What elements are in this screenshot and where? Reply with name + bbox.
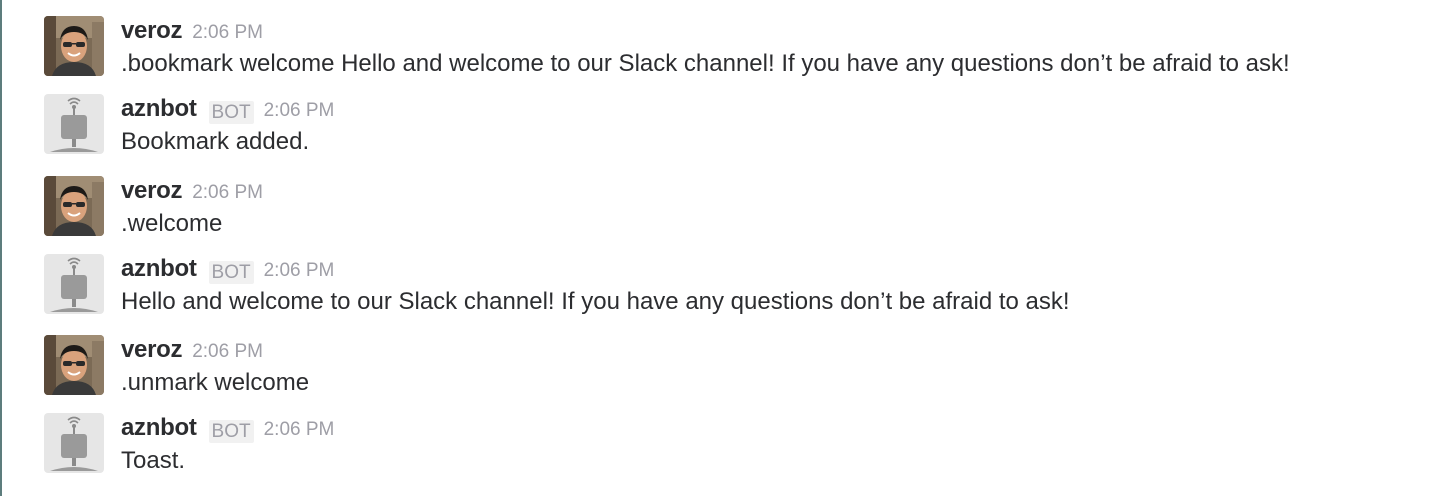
message-meta: aznbot BOT 2:06 PM xyxy=(121,413,1441,443)
timestamp[interactable]: 2:06 PM xyxy=(264,100,335,122)
timestamp[interactable]: 2:06 PM xyxy=(264,419,335,441)
user-avatar[interactable] xyxy=(44,335,104,395)
message-text: Bookmark added. xyxy=(121,128,310,155)
message-content: aznbot BOT 2:06 PM Hello and welcome to … xyxy=(121,254,1441,320)
message: veroz 2:06 PM .welcome xyxy=(44,176,1444,256)
message-content: aznbot BOT 2:06 PM Bookmark added. xyxy=(121,94,1441,160)
message: veroz 2:06 PM .unmark welcome xyxy=(44,335,1444,415)
message-meta: veroz 2:06 PM xyxy=(121,16,1441,46)
timestamp[interactable]: 2:06 PM xyxy=(192,22,263,44)
message-meta: aznbot BOT 2:06 PM xyxy=(121,254,1441,284)
message-text: .unmark welcome xyxy=(121,369,310,396)
message: veroz 2:06 PM .bookmark welcome Hello an… xyxy=(44,16,1444,96)
username[interactable]: veroz xyxy=(121,177,183,205)
message-meta: veroz 2:06 PM xyxy=(121,176,1441,206)
timestamp[interactable]: 2:06 PM xyxy=(192,341,263,363)
user-photo-avatar xyxy=(44,335,104,395)
message-text: Toast. xyxy=(121,447,186,474)
message-text: Hello and welcome to our Slack channel! … xyxy=(121,288,1070,315)
message-content: aznbot BOT 2:06 PM Toast. xyxy=(121,413,1441,479)
robot-icon xyxy=(44,94,104,154)
channel-left-border xyxy=(0,0,2,496)
robot-icon xyxy=(44,413,104,473)
message-text: .welcome xyxy=(121,210,223,237)
message: aznbot BOT 2:06 PM Bookmark added. xyxy=(44,94,1444,174)
username[interactable]: veroz xyxy=(121,336,183,364)
message: aznbot BOT 2:06 PM Toast. xyxy=(44,413,1444,493)
message: aznbot BOT 2:06 PM Hello and welcome to … xyxy=(44,254,1444,334)
message-content: veroz 2:06 PM .unmark welcome xyxy=(121,335,1441,401)
robot-icon xyxy=(44,254,104,314)
bot-avatar[interactable] xyxy=(44,254,104,314)
username[interactable]: veroz xyxy=(121,17,183,45)
message-content: veroz 2:06 PM .bookmark welcome Hello an… xyxy=(121,16,1441,82)
username[interactable]: aznbot xyxy=(121,255,197,283)
message-text: .bookmark welcome Hello and welcome to o… xyxy=(121,50,1290,77)
username[interactable]: aznbot xyxy=(121,95,197,123)
user-avatar[interactable] xyxy=(44,176,104,236)
user-avatar[interactable] xyxy=(44,16,104,76)
bot-avatar[interactable] xyxy=(44,413,104,473)
bot-badge: BOT xyxy=(208,260,254,284)
message-content: veroz 2:06 PM .welcome xyxy=(121,176,1441,242)
user-photo-avatar xyxy=(44,176,104,236)
message-meta: veroz 2:06 PM xyxy=(121,335,1441,365)
message-meta: aznbot BOT 2:06 PM xyxy=(121,94,1441,124)
user-photo-avatar xyxy=(44,16,104,76)
bot-avatar[interactable] xyxy=(44,94,104,154)
timestamp[interactable]: 2:06 PM xyxy=(264,260,335,282)
timestamp[interactable]: 2:06 PM xyxy=(192,182,263,204)
bot-badge: BOT xyxy=(208,419,254,443)
bot-badge: BOT xyxy=(208,100,254,124)
username[interactable]: aznbot xyxy=(121,414,197,442)
